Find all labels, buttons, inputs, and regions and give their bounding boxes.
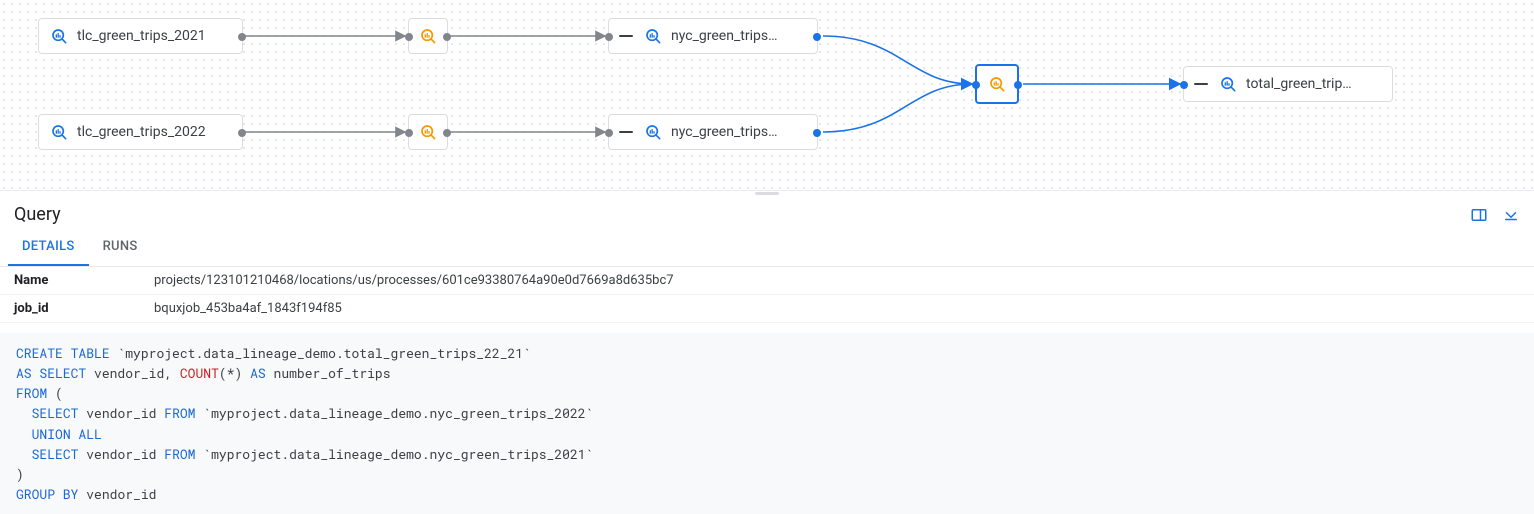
node-label: total_green_trip… [1246, 76, 1352, 92]
tab-runs[interactable]: RUNS [89, 229, 152, 266]
lineage-graph-canvas[interactable]: tlc_green_trips_2021 nyc_green_trips… tl… [0, 0, 1534, 190]
lineage-node-process[interactable] [408, 114, 448, 150]
node-port-input [405, 129, 413, 137]
node-port-output [813, 33, 821, 41]
collapse-bar-icon [619, 131, 633, 133]
grip-icon [755, 192, 779, 195]
bigquery-icon [49, 122, 69, 142]
collapse-bar-icon [619, 35, 633, 37]
node-label: nyc_green_trips… [671, 28, 777, 44]
bigquery-process-icon [418, 26, 438, 46]
bigquery-icon [643, 122, 663, 142]
node-port-input [605, 33, 613, 41]
lineage-node-process[interactable] [408, 18, 448, 54]
panel-tabs: DETAILS RUNS [0, 229, 1534, 267]
node-label: tlc_green_trips_2022 [77, 124, 206, 140]
node-label: nyc_green_trips… [671, 124, 777, 140]
sql-preview: CREATE TABLE `myproject.data_lineage_dem… [0, 333, 1534, 514]
bigquery-process-icon [418, 122, 438, 142]
node-port-output [443, 33, 451, 41]
bigquery-icon [1218, 74, 1238, 94]
tab-details[interactable]: DETAILS [8, 229, 89, 266]
lineage-node-source[interactable]: tlc_green_trips_2021 [38, 18, 243, 54]
table-row: Name projects/123101210468/locations/us/… [0, 267, 1534, 295]
lineage-node-source[interactable]: tlc_green_trips_2022 [38, 114, 243, 150]
node-port-output [238, 129, 246, 137]
details-table: Name projects/123101210468/locations/us/… [0, 267, 1534, 323]
row-value: projects/123101210468/locations/us/proce… [140, 267, 1534, 295]
collapse-bar-icon [1194, 83, 1208, 85]
row-key: job_id [0, 295, 140, 323]
node-port-input [1180, 81, 1188, 89]
bigquery-process-icon [987, 74, 1007, 94]
node-port-output [1014, 81, 1022, 89]
node-port-input [972, 81, 980, 89]
node-label: tlc_green_trips_2021 [77, 28, 206, 44]
table-row: job_id bquxjob_453ba4af_1843f194f85 [0, 295, 1534, 323]
bigquery-icon [643, 26, 663, 46]
node-port-output [443, 129, 451, 137]
lineage-node-intermediate[interactable]: nyc_green_trips… [608, 114, 818, 150]
node-port-input [405, 33, 413, 41]
bigquery-icon [49, 26, 69, 46]
lineage-node-target[interactable]: total_green_trip… [1183, 66, 1393, 102]
panel-collapse-icon[interactable] [1502, 206, 1520, 224]
lineage-node-intermediate[interactable]: nyc_green_trips… [608, 18, 818, 54]
node-port-output [813, 129, 821, 137]
row-value: bquxjob_453ba4af_1843f194f85 [140, 295, 1534, 323]
row-key: Name [0, 267, 140, 295]
panel-layout-icon[interactable] [1470, 206, 1488, 224]
node-port-output [238, 33, 246, 41]
node-port-input [605, 129, 613, 137]
lineage-node-process-selected[interactable] [975, 64, 1019, 104]
panel-title: Query [14, 204, 61, 225]
